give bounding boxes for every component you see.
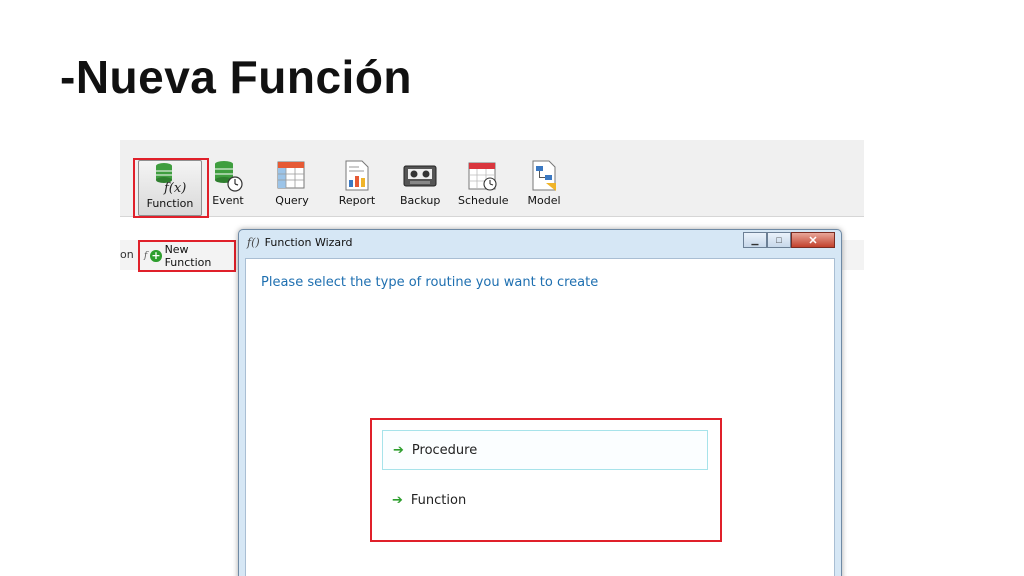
arrow-right-icon: ➔ (392, 492, 403, 508)
close-button[interactable]: ✕ (791, 232, 835, 248)
event-db-clock-icon (208, 158, 248, 194)
schedule-button[interactable]: Schedule (458, 158, 509, 212)
model-diagram-icon (524, 158, 564, 194)
query-button[interactable]: Query (272, 158, 312, 212)
function-option-label: Function (410, 492, 467, 508)
model-button[interactable]: Model (524, 158, 564, 212)
function-wizard-window: f() Function Wizard ▁ □ ✕ Please select … (238, 229, 842, 576)
maximize-icon: □ (776, 235, 782, 245)
close-icon: ✕ (808, 234, 818, 247)
app-screenshot: f(x) Function Event Query Report Backup … (120, 140, 864, 576)
event-button[interactable]: Event (208, 158, 248, 212)
routine-options-highlight: ➔ Procedure ➔ Function (370, 418, 722, 542)
minimize-button[interactable]: ▁ (743, 232, 767, 248)
procedure-option-label: Procedure (411, 442, 478, 458)
window-controls: ▁ □ ✕ (743, 232, 835, 248)
minimize-icon: ▁ (751, 234, 759, 245)
maximize-button[interactable]: □ (767, 232, 791, 248)
add-icon: + (150, 249, 162, 262)
new-function-label: New Function (164, 243, 212, 269)
wizard-title: Function Wizard (264, 236, 353, 249)
function-wizard-icon: f() (247, 236, 260, 249)
backup-tape-icon (400, 158, 440, 194)
report-chart-icon (337, 158, 377, 194)
wizard-prompt: Please select the type of routine you wa… (261, 275, 599, 290)
wizard-titlebar[interactable]: f() Function Wizard ▁ □ ✕ (239, 230, 841, 256)
function-highlight-box (133, 158, 209, 218)
subbar-truncated-text: on (120, 248, 134, 261)
query-button-label: Query (275, 194, 309, 207)
backup-button-label: Backup (400, 194, 441, 207)
query-table-icon (272, 158, 312, 194)
main-toolbar: f(x) Function Event Query Report Backup … (120, 140, 864, 218)
schedule-button-label: Schedule (458, 194, 509, 207)
model-button-label: Model (527, 194, 561, 207)
report-button-label: Report (338, 194, 376, 207)
wizard-body: Please select the type of routine you wa… (245, 258, 835, 576)
slide-title: -Nueva Función (60, 51, 413, 103)
function-option[interactable]: ➔ Function (382, 480, 708, 520)
arrow-right-icon: ➔ (393, 442, 404, 458)
report-button[interactable]: Report (337, 158, 377, 212)
function-small-icon: f (144, 251, 148, 261)
new-function-button[interactable]: f + New Function (138, 240, 236, 272)
procedure-option[interactable]: ➔ Procedure (382, 430, 708, 470)
backup-button[interactable]: Backup (400, 158, 440, 212)
event-button-label: Event (212, 194, 244, 207)
schedule-calendar-icon (463, 158, 503, 194)
